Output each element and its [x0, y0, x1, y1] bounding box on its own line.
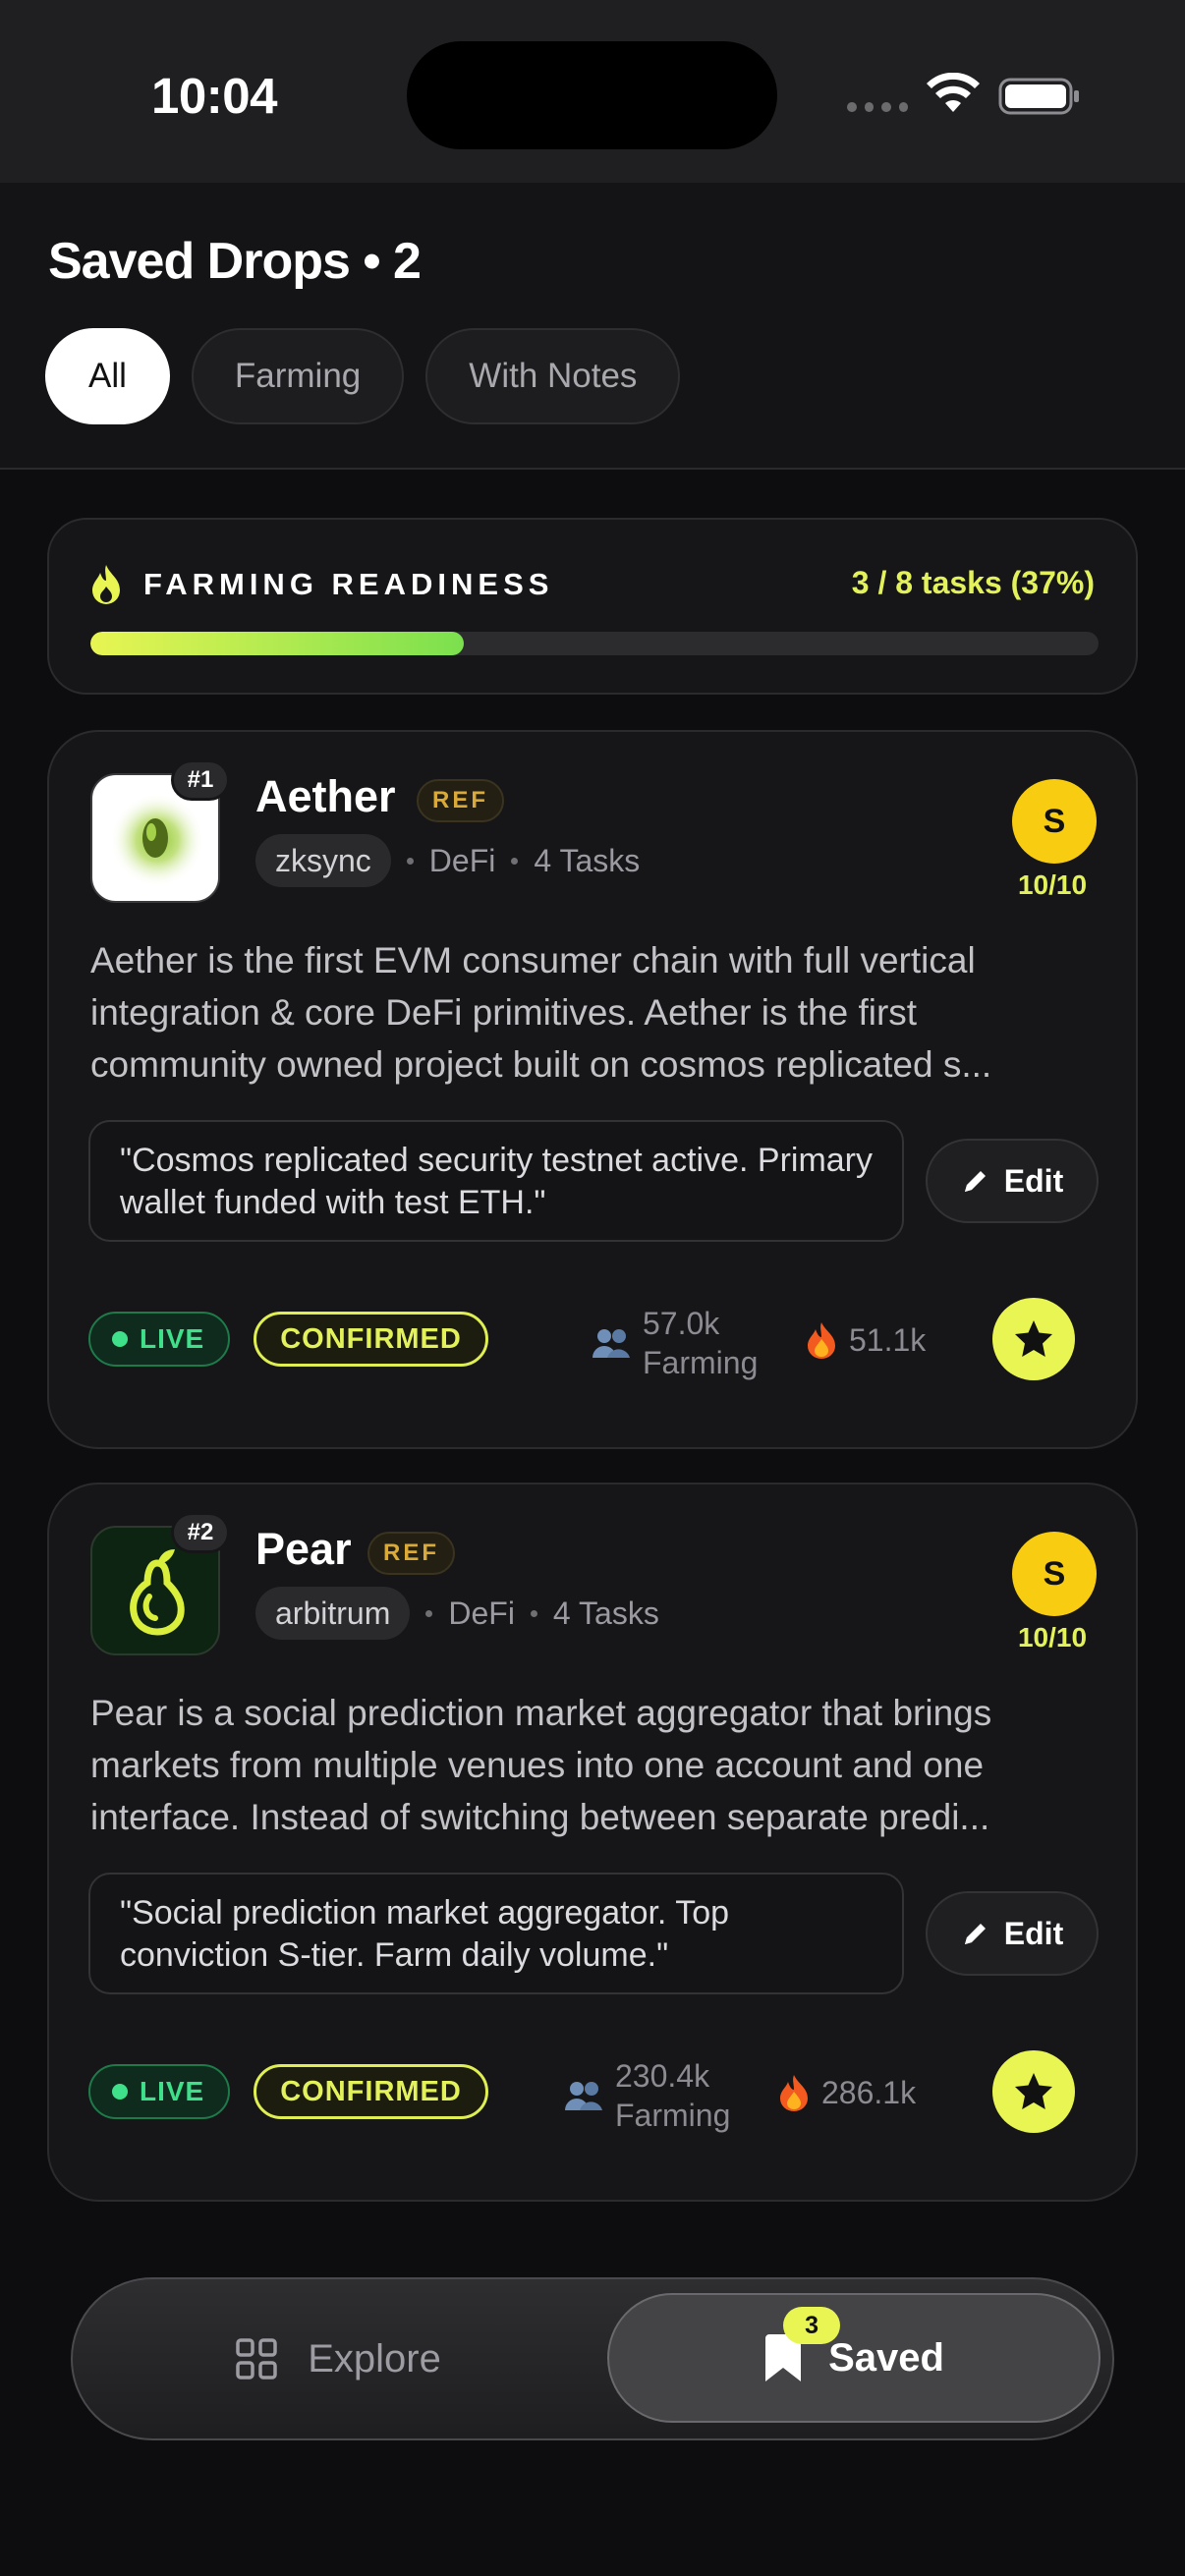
page-header: Saved Drops • 2 All Farming With Notes [0, 183, 1185, 470]
battery-icon [998, 78, 1079, 115]
flame-icon [92, 565, 120, 604]
drop-card-aether[interactable]: #1 Aether REF zksync DeFi 4 Tasks S 10/1… [47, 730, 1138, 1449]
bottom-nav: Explore 3 Saved [71, 2277, 1114, 2440]
farmers-count: 230.4k [615, 2058, 710, 2094]
edit-note-button[interactable]: Edit [926, 1891, 1099, 1976]
separator-dot [530, 1609, 537, 1617]
star-icon [1015, 2073, 1052, 2109]
chain-chip: zksync [255, 834, 391, 887]
edit-note-button[interactable]: Edit [926, 1139, 1099, 1223]
chain-chip: arbitrum [255, 1587, 411, 1640]
ref-badge: REF [417, 779, 504, 822]
nav-saved-label: Saved [828, 2335, 944, 2380]
tasks-label: 4 Tasks [552, 1595, 659, 1631]
nav-explore-label: Explore [308, 2336, 441, 2380]
hot-stat: 286.1k [778, 2074, 916, 2111]
drop-meta: arbitrum DeFi 4 Tasks [255, 1587, 659, 1640]
hot-count: 51.1k [849, 1321, 927, 1358]
farmers-stat: 57.0k Farming [592, 1304, 758, 1382]
saved-count-badge: 3 [783, 2307, 841, 2344]
fire-icon [780, 2075, 808, 2111]
grid-icon [236, 2338, 277, 2380]
drop-meta: zksync DeFi 4 Tasks [255, 834, 640, 887]
filter-tabs: All Farming With Notes [45, 328, 681, 424]
drop-description: Pear is a social prediction market aggre… [90, 1693, 992, 1837]
pencil-icon [964, 1171, 986, 1192]
rank-badge: #2 [171, 1512, 230, 1553]
tier-badge: S [1012, 779, 1097, 864]
confirmed-badge: CONFIRMED [254, 2064, 488, 2119]
nav-saved[interactable]: 3 Saved [607, 2293, 1100, 2423]
people-icon [592, 1329, 630, 1358]
star-icon [1015, 1320, 1052, 1357]
farming-label: Farming [615, 2098, 731, 2133]
tab-farming[interactable]: Farming [191, 328, 405, 424]
edit-label: Edit [1003, 1915, 1064, 1951]
separator-dot [425, 1609, 433, 1617]
live-badge: LIVE [88, 1312, 231, 1367]
status-row: LIVE CONFIRMED [88, 2064, 488, 2119]
tab-all[interactable]: All [45, 328, 170, 424]
drop-description: Aether is the first EVM consumer chain w… [90, 940, 992, 1085]
people-icon [565, 2082, 602, 2110]
hot-stat: 51.1k [806, 1321, 926, 1359]
tasks-label: 4 Tasks [534, 842, 641, 878]
pencil-icon [964, 1924, 986, 1944]
saved-icon-wrap: 3 [763, 2307, 841, 2383]
favorite-star-button[interactable] [992, 2050, 1075, 2133]
live-badge: LIVE [88, 2064, 231, 2119]
cellular-signal-icon [847, 102, 908, 116]
farming-label: Farming [643, 1345, 759, 1380]
nav-explore[interactable]: Explore [73, 2279, 603, 2438]
readiness-progress-bar [90, 632, 1099, 655]
edit-label: Edit [1003, 1162, 1064, 1199]
drop-name: Aether [255, 771, 396, 821]
tab-with-notes[interactable]: With Notes [425, 328, 681, 424]
favorite-star-button[interactable] [992, 1298, 1075, 1380]
confirmed-badge: CONFIRMED [254, 1312, 488, 1367]
tier-badge: S [1012, 1532, 1097, 1616]
drop-name: Pear [255, 1524, 352, 1574]
farmers-count: 57.0k [643, 1306, 720, 1341]
status-time: 10:04 [151, 68, 277, 124]
rank-badge: #1 [171, 759, 230, 801]
drop-note: "Cosmos replicated security testnet acti… [88, 1120, 904, 1242]
page-title: Saved Drops • 2 [48, 233, 422, 290]
drop-card-pear[interactable]: #2 Pear REF arbitrum DeFi 4 Tasks S 10/1… [47, 1483, 1138, 2202]
dynamic-island [407, 41, 777, 149]
status-bar: 10:04 [0, 0, 1185, 183]
drop-note: "Social prediction market aggregator. To… [88, 1873, 904, 1994]
farmers-stat: 230.4k Farming [564, 2056, 730, 2135]
status-row: LIVE CONFIRMED [88, 1312, 488, 1367]
hot-count: 286.1k [821, 2074, 917, 2110]
category-label: DeFi [428, 842, 496, 878]
fire-icon [808, 1322, 835, 1359]
ref-badge: REF [367, 1532, 455, 1575]
tier-score: 10/10 [1017, 869, 1088, 900]
readiness-progress-fill [90, 632, 464, 655]
readiness-count: 3 / 8 tasks (37%) [851, 565, 1095, 600]
separator-dot [406, 857, 414, 865]
separator-dot [511, 857, 519, 865]
tier-score: 10/10 [1017, 1622, 1088, 1652]
farming-readiness-card: FARMING READINESS 3 / 8 tasks (37%) [47, 518, 1138, 695]
readiness-title: FARMING READINESS [143, 567, 554, 601]
wifi-icon [927, 73, 980, 112]
category-label: DeFi [448, 1595, 515, 1631]
